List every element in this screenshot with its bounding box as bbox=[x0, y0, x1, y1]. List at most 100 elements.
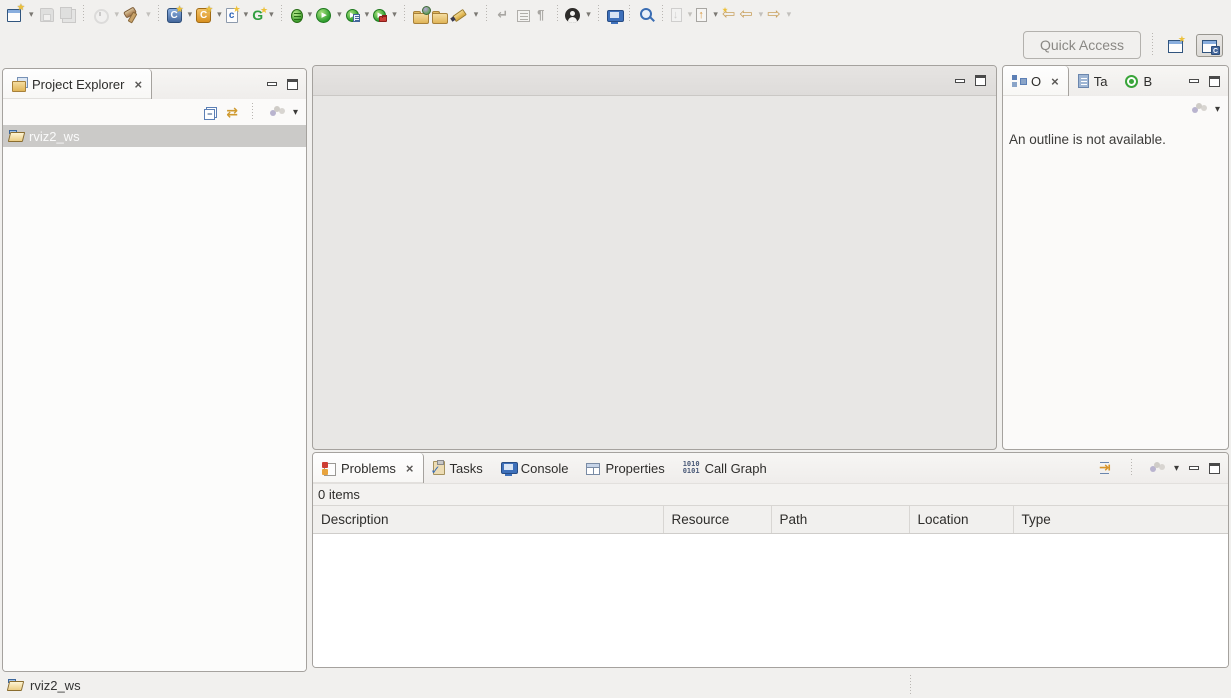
external-tools-dropdown[interactable]: ▾ bbox=[388, 2, 399, 26]
project-explorer-toolbar: ⇄ ▾ bbox=[3, 99, 306, 125]
show-whitespace-button: ¶ bbox=[530, 2, 551, 26]
word-wrap-icon: ↵ bbox=[494, 6, 511, 23]
back-icon: ⇦ bbox=[739, 6, 752, 23]
column-type[interactable]: Type bbox=[1013, 506, 1228, 534]
toolbar-separator bbox=[1131, 459, 1133, 477]
search-button[interactable] bbox=[636, 2, 657, 26]
highlight-dropdown[interactable]: ▾ bbox=[470, 2, 481, 26]
close-icon[interactable]: × bbox=[134, 77, 142, 92]
table-body-empty bbox=[313, 534, 1228, 668]
editor-area[interactable] bbox=[312, 65, 997, 450]
pilcrow-icon: ¶ bbox=[532, 6, 549, 23]
focus-on-active-task-icon[interactable] bbox=[1099, 461, 1116, 476]
external-tools-button[interactable]: ▶ bbox=[371, 2, 388, 26]
tab-problems[interactable]: Problems × bbox=[313, 453, 424, 483]
link-with-editor-icon[interactable]: ⇄ bbox=[226, 104, 238, 121]
next-annotation-dropdown: ▾ bbox=[684, 2, 695, 26]
new-cpp-project-dropdown[interactable]: ▾ bbox=[213, 2, 224, 26]
tab-label: Project Explorer bbox=[32, 77, 124, 92]
maximize-button[interactable] bbox=[975, 75, 986, 86]
next-annotation-icon: ↓ bbox=[671, 8, 682, 22]
previous-annotation-button[interactable]: ↑ bbox=[694, 2, 709, 26]
close-icon[interactable]: × bbox=[406, 461, 414, 476]
run-button[interactable]: ▶ bbox=[314, 2, 333, 26]
outline-tabstrip: O × Ta B bbox=[1003, 66, 1228, 96]
call-graph-icon: 10100101 bbox=[683, 461, 700, 475]
tab-outline[interactable]: O × bbox=[1003, 66, 1069, 96]
project-explorer-icon bbox=[12, 77, 27, 91]
column-path[interactable]: Path bbox=[771, 506, 909, 534]
outline-toolbar: ▾ bbox=[1003, 96, 1228, 122]
previous-annotation-dropdown[interactable]: ▾ bbox=[709, 2, 720, 26]
new-c-project-dropdown[interactable]: ▾ bbox=[184, 2, 195, 26]
new-source-file-button[interactable]: c★ bbox=[224, 2, 240, 26]
tab-console[interactable]: Console bbox=[492, 453, 578, 483]
last-edit-location-button[interactable]: ⇦ bbox=[720, 2, 737, 26]
forward-dropdown: ▾ bbox=[783, 2, 794, 26]
view-menu-icon[interactable]: ▾ bbox=[293, 107, 298, 118]
open-folder-icon bbox=[432, 11, 447, 23]
folder-globe-icon bbox=[413, 11, 428, 23]
globe-badge bbox=[422, 6, 431, 15]
console-button[interactable] bbox=[605, 2, 624, 26]
tab-build-targets[interactable]: B bbox=[1116, 66, 1161, 96]
maximize-button[interactable] bbox=[1209, 463, 1220, 474]
c-cpp-perspective-button[interactable]: C bbox=[1196, 34, 1223, 57]
view-menu-icon[interactable]: ▾ bbox=[1174, 463, 1179, 474]
hammer-icon bbox=[123, 6, 140, 23]
tab-task-list[interactable]: Ta bbox=[1069, 66, 1117, 96]
debug-dropdown[interactable]: ▾ bbox=[304, 2, 315, 26]
forward-icon: ⇨ bbox=[767, 6, 780, 23]
run-icon: ▶ bbox=[316, 8, 331, 23]
new-c-project-button[interactable]: C★ bbox=[165, 2, 184, 26]
items-count: 0 items bbox=[313, 483, 1228, 505]
maximize-button[interactable] bbox=[287, 79, 298, 90]
tab-tasks[interactable]: ✓ Tasks bbox=[424, 453, 492, 483]
forward-button[interactable]: ⇨ bbox=[765, 2, 782, 26]
project-explorer-tabstrip: Project Explorer × bbox=[3, 69, 306, 99]
build-button[interactable] bbox=[121, 2, 142, 26]
toolbar-separator bbox=[556, 5, 558, 23]
save-icon bbox=[38, 6, 55, 23]
maximize-button[interactable] bbox=[1209, 76, 1220, 87]
bottom-tabstrip: Problems × ✓ Tasks Console Properties 10… bbox=[313, 453, 1228, 483]
tree-item-label: rviz2_ws bbox=[29, 129, 80, 144]
new-autotools-project-dropdown[interactable]: ▾ bbox=[265, 2, 276, 26]
open-task-button[interactable] bbox=[411, 2, 430, 26]
status-selection-label: rviz2_ws bbox=[30, 678, 81, 693]
column-description[interactable]: Description bbox=[313, 506, 663, 534]
tab-project-explorer[interactable]: Project Explorer × bbox=[3, 69, 152, 99]
new-wizard-dropdown[interactable]: ▾ bbox=[25, 2, 36, 26]
tab-label: Call Graph bbox=[705, 461, 767, 476]
run-dropdown[interactable]: ▾ bbox=[333, 2, 344, 26]
open-perspective-button[interactable]: ★ bbox=[1163, 35, 1188, 56]
debug-button[interactable] bbox=[288, 2, 304, 26]
new-source-file-dropdown[interactable]: ▾ bbox=[240, 2, 251, 26]
user-profile-button[interactable] bbox=[563, 2, 582, 26]
view-menu-icon[interactable]: ▾ bbox=[1215, 104, 1220, 115]
new-cpp-project-button[interactable]: C★ bbox=[194, 2, 213, 26]
column-location[interactable]: Location bbox=[909, 506, 1013, 534]
minimize-button[interactable] bbox=[1189, 79, 1199, 83]
tab-label: Tasks bbox=[450, 461, 483, 476]
collapse-all-icon[interactable] bbox=[204, 107, 217, 119]
column-resource[interactable]: Resource bbox=[663, 506, 771, 534]
close-icon[interactable]: × bbox=[1051, 74, 1059, 89]
highlight-button[interactable] bbox=[449, 2, 470, 26]
profile-as-icon: ▶ bbox=[346, 9, 359, 22]
quick-access-button[interactable]: Quick Access bbox=[1023, 31, 1141, 59]
tab-properties[interactable]: Properties bbox=[577, 453, 673, 483]
open-resource-button[interactable] bbox=[430, 2, 449, 26]
profile-as-dropdown[interactable]: ▾ bbox=[361, 2, 372, 26]
tree-item-rviz2-ws[interactable]: rviz2_ws bbox=[3, 125, 306, 147]
tab-call-graph[interactable]: 10100101 Call Graph bbox=[674, 453, 776, 483]
new-autotools-project-button[interactable]: G★ bbox=[250, 2, 265, 26]
minimize-button[interactable] bbox=[1189, 466, 1199, 470]
back-button[interactable]: ⇦ bbox=[737, 2, 754, 26]
user-profile-dropdown[interactable]: ▾ bbox=[582, 2, 593, 26]
project-explorer-view: Project Explorer × ⇄ ▾ rviz2_ws bbox=[2, 68, 307, 672]
minimize-button[interactable] bbox=[955, 79, 965, 83]
profile-as-button[interactable]: ▶ bbox=[344, 2, 361, 26]
minimize-button[interactable] bbox=[267, 82, 277, 86]
new-wizard-button[interactable]: ★ bbox=[4, 2, 25, 26]
